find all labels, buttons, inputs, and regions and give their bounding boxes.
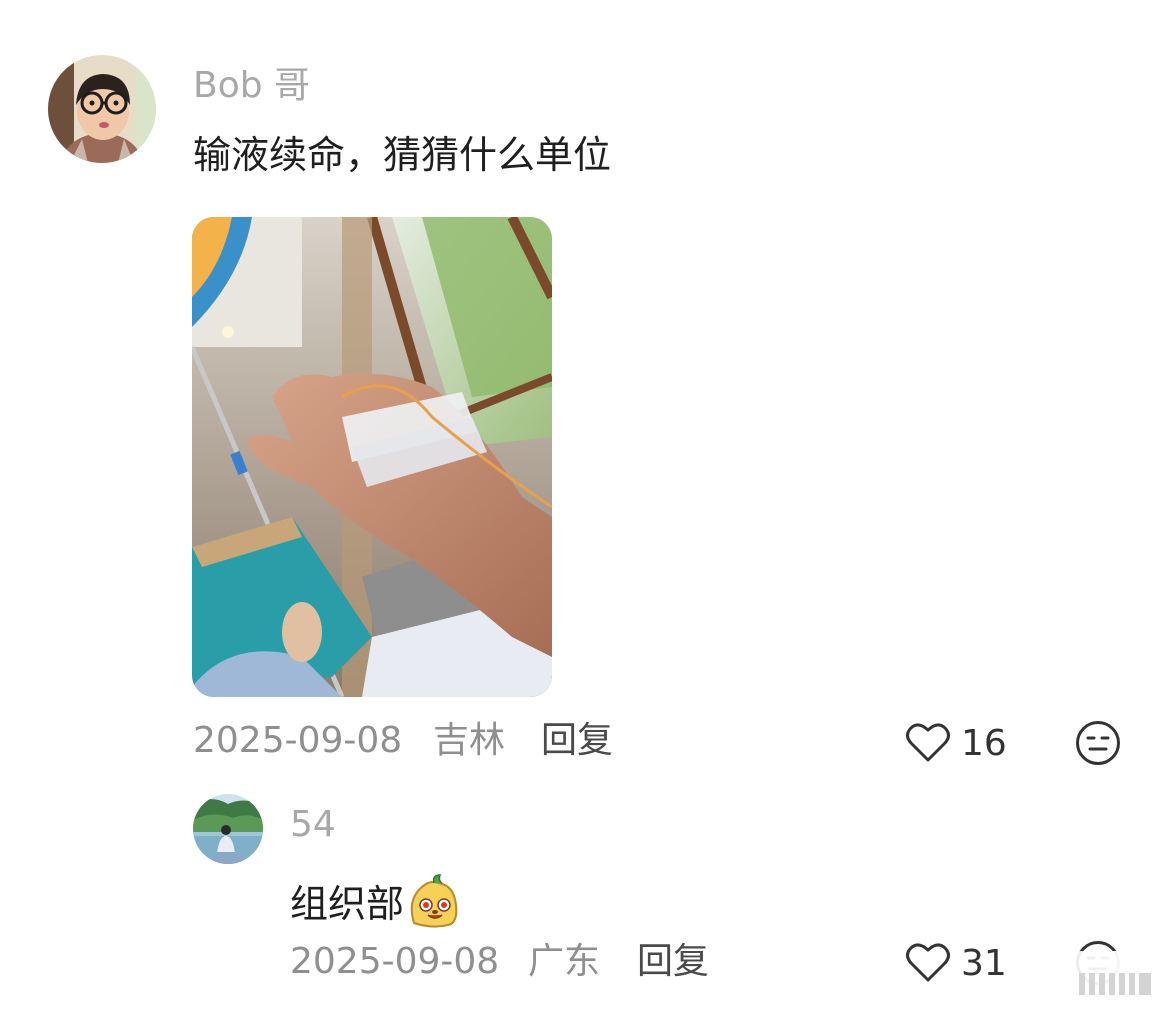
comment-location: 吉林 xyxy=(433,720,506,761)
comment-text-label: 组织部 xyxy=(290,882,405,926)
watermark-logo xyxy=(1009,951,1159,1011)
user-avatar[interactable] xyxy=(193,794,263,864)
comment-date: 2025-09-08 xyxy=(193,720,403,761)
heart-outline-icon xyxy=(905,720,951,768)
comment-location: 广东 xyxy=(528,941,601,982)
blob-face-emoji-icon xyxy=(408,873,460,935)
comment-username[interactable]: Bob 哥 xyxy=(193,68,310,104)
heart-outline-icon xyxy=(905,940,951,988)
like-button[interactable]: 16 xyxy=(905,720,1007,768)
reply-button[interactable]: 回复 xyxy=(541,723,613,759)
user-avatar[interactable] xyxy=(48,55,156,163)
comment-text: 组织部 xyxy=(290,873,460,935)
like-count: 16 xyxy=(961,723,1007,764)
neutral-face-icon[interactable] xyxy=(1075,720,1121,770)
comment-username[interactable]: 54 xyxy=(290,807,336,843)
reply-button[interactable]: 回复 xyxy=(637,944,709,980)
comment-image[interactable] xyxy=(192,217,552,697)
comment-text: 输液续命，猜猜什么单位 xyxy=(193,133,612,177)
like-count: 31 xyxy=(961,943,1007,984)
like-button[interactable]: 31 xyxy=(905,940,1007,988)
comment-date: 2025-09-08 xyxy=(290,941,500,982)
